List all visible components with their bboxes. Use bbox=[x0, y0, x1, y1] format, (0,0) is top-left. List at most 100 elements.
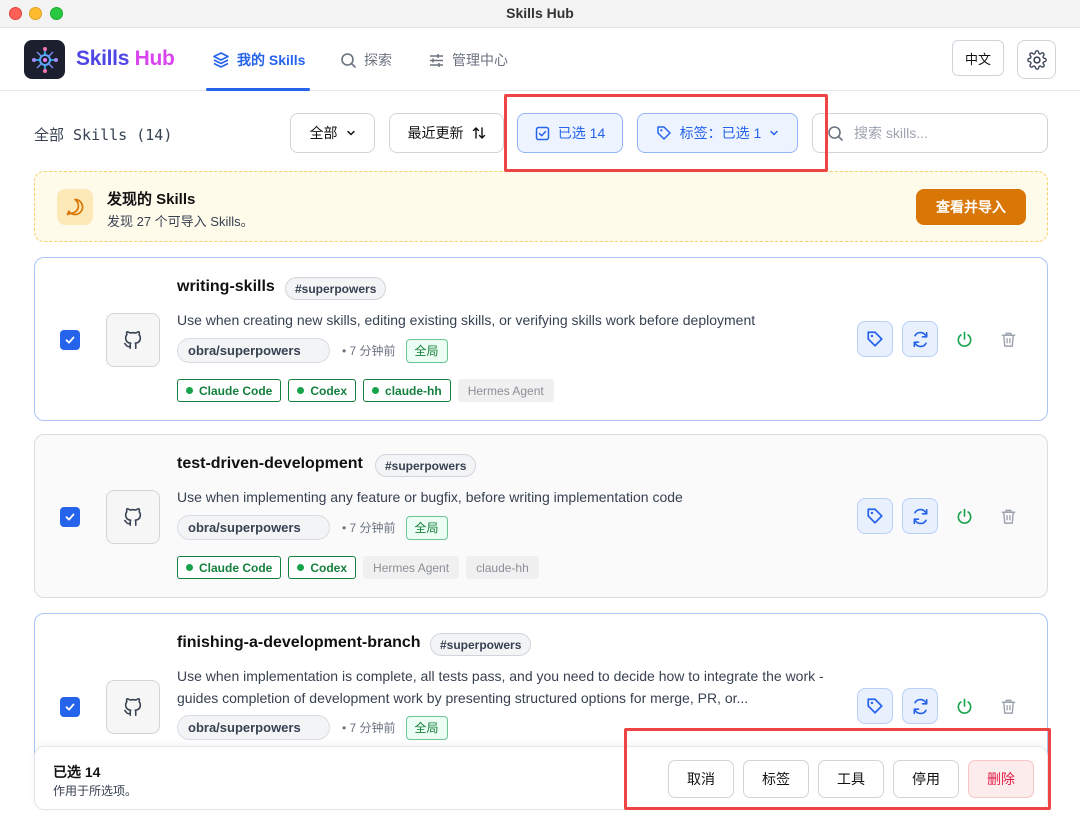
skill-updated-time: • 7 分钟前 bbox=[342, 521, 396, 535]
nav-tab-admin[interactable]: 管理中心 bbox=[428, 50, 508, 70]
skill-group-tag[interactable]: #superpowers bbox=[285, 277, 387, 300]
edit-tags-button[interactable] bbox=[857, 688, 893, 724]
refresh-icon bbox=[913, 508, 927, 524]
delete-skill-button[interactable] bbox=[990, 498, 1026, 534]
edit-tags-button[interactable] bbox=[857, 498, 893, 534]
skill-repo[interactable]: obra/superpowers bbox=[177, 515, 330, 540]
status-dot-icon bbox=[297, 564, 305, 571]
banner-subtitle: 发现 27 个可导入 Skills。 bbox=[107, 214, 254, 229]
tool-badge-enabled[interactable]: claude-hh bbox=[363, 379, 451, 402]
checkmark-icon bbox=[65, 513, 75, 521]
chat-bubble-icon bbox=[66, 198, 84, 216]
view-and-import-button[interactable]: 查看并导入 bbox=[916, 189, 1026, 225]
search-input[interactable] bbox=[854, 125, 1024, 141]
nav-tab-explore-label: 探索 bbox=[364, 52, 392, 68]
tool-badge-enabled[interactable]: Claude Code bbox=[177, 556, 282, 579]
nav-tab-admin-label: 管理中心 bbox=[452, 52, 508, 68]
trash-icon bbox=[1001, 509, 1015, 524]
skill-name[interactable]: finishing-a-development-branch bbox=[177, 634, 421, 652]
nav-tab-my-skills-label: 我的 Skills bbox=[237, 52, 306, 68]
skill-repo[interactable]: obra/superpowers bbox=[177, 338, 330, 363]
sort-dropdown[interactable]: 最近更新 bbox=[389, 113, 504, 153]
skill-source-avatar bbox=[106, 490, 160, 544]
skill-group-tag[interactable]: #superpowers bbox=[375, 454, 477, 477]
layers-icon bbox=[213, 52, 229, 68]
app-header: Skills Hub 我的 Skills 探索 管理中心 中文 bbox=[0, 28, 1080, 91]
sliders-icon bbox=[430, 53, 443, 67]
chevron-down-icon bbox=[346, 130, 355, 136]
tag-icon bbox=[867, 698, 883, 714]
bulk-cancel-button[interactable]: 取消 bbox=[668, 760, 734, 798]
delete-skill-button[interactable] bbox=[990, 688, 1026, 724]
tag-icon bbox=[867, 508, 883, 524]
toggle-power-button[interactable] bbox=[946, 688, 982, 724]
tool-badge-enabled[interactable]: Codex bbox=[288, 379, 357, 402]
brand-word-skills: Skills bbox=[76, 47, 130, 70]
gear-icon bbox=[1026, 49, 1047, 70]
bulk-disable-button[interactable]: 停用 bbox=[893, 760, 959, 798]
bulk-tag-button[interactable]: 标签 bbox=[743, 760, 809, 798]
tag-icon bbox=[867, 331, 883, 347]
skill-updated-time: • 7 分钟前 bbox=[342, 721, 396, 735]
bulk-action-bar: 已选 14 作用于所选项。 取消 标签 工具 停用 删除 bbox=[34, 746, 1048, 810]
sort-arrows-icon bbox=[472, 127, 485, 139]
bulk-subtitle: 作用于所选项。 bbox=[53, 784, 138, 798]
filter-dropdown-label: 全部 bbox=[309, 125, 338, 141]
skill-updated-time: • 7 分钟前 bbox=[342, 344, 396, 358]
checkbox-icon bbox=[535, 126, 550, 140]
app-brand: Skills Hub bbox=[76, 47, 175, 71]
filter-dropdown[interactable]: 全部 bbox=[290, 113, 375, 153]
skill-meta-row: obra/superpowers • 7 分钟前 全局 bbox=[177, 715, 448, 740]
skill-description: Use when implementation is complete, all… bbox=[177, 668, 824, 706]
power-icon bbox=[957, 331, 971, 347]
tool-badge-enabled[interactable]: Codex bbox=[288, 556, 357, 579]
skill-card[interactable]: test-driven-development #superpowers Use… bbox=[34, 434, 1048, 598]
sync-button[interactable] bbox=[902, 688, 938, 724]
skill-checkbox[interactable] bbox=[60, 697, 80, 717]
bulk-delete-button[interactable]: 删除 bbox=[968, 760, 1034, 798]
banner-icon-box bbox=[57, 189, 93, 225]
skill-group-tag[interactable]: #superpowers bbox=[430, 633, 532, 656]
selected-count-button[interactable]: 已选 14 bbox=[517, 113, 623, 153]
skill-description: Use when creating new skills, editing ex… bbox=[177, 312, 756, 328]
chevron-down-icon bbox=[770, 130, 779, 136]
trash-icon bbox=[1001, 332, 1015, 347]
skill-name[interactable]: writing-skills bbox=[177, 278, 275, 296]
tool-badge-disabled[interactable]: Hermes Agent bbox=[363, 556, 460, 579]
skill-checkbox[interactable] bbox=[60, 330, 80, 350]
checkmark-icon bbox=[65, 703, 75, 711]
tool-badge-disabled[interactable]: Hermes Agent bbox=[457, 379, 554, 402]
nav-tab-my-skills[interactable]: 我的 Skills bbox=[212, 50, 305, 70]
skill-card[interactable]: writing-skills #superpowers Use when cre… bbox=[34, 257, 1048, 421]
search-field[interactable] bbox=[812, 113, 1048, 153]
sync-button[interactable] bbox=[902, 498, 938, 534]
skill-name[interactable]: test-driven-development bbox=[177, 455, 363, 473]
settings-button[interactable] bbox=[1017, 40, 1056, 79]
skill-meta-row: obra/superpowers • 7 分钟前 全局 bbox=[177, 338, 448, 363]
github-icon bbox=[123, 698, 142, 717]
window-title: Skills Hub bbox=[506, 5, 574, 21]
skill-checkbox[interactable] bbox=[60, 507, 80, 527]
tool-badge-enabled[interactable]: Claude Code bbox=[177, 379, 282, 402]
status-dot-icon bbox=[372, 387, 380, 394]
status-dot-icon bbox=[186, 564, 193, 571]
search-icon bbox=[828, 125, 843, 141]
language-button[interactable]: 中文 bbox=[952, 40, 1004, 76]
tag-filter-dropdown[interactable]: 标签：已选 1 bbox=[637, 113, 798, 153]
app-logo bbox=[24, 40, 65, 79]
skill-description: Use when implementing any feature or bug… bbox=[177, 489, 683, 505]
nav-tab-explore[interactable]: 探索 bbox=[340, 50, 392, 70]
skill-repo[interactable]: obra/superpowers bbox=[177, 715, 330, 740]
toggle-power-button[interactable] bbox=[946, 498, 982, 534]
skill-tools-row: Claude Code Codex Hermes Agent claude-hh bbox=[177, 556, 539, 579]
tool-badge-disabled[interactable]: claude-hh bbox=[466, 556, 539, 579]
skill-scope-badge: 全局 bbox=[405, 338, 448, 363]
skill-source-avatar bbox=[106, 680, 160, 734]
sync-button[interactable] bbox=[902, 321, 938, 357]
toggle-power-button[interactable] bbox=[946, 321, 982, 357]
status-dot-icon bbox=[186, 387, 193, 394]
bulk-tools-button[interactable]: 工具 bbox=[818, 760, 884, 798]
edit-tags-button[interactable] bbox=[857, 321, 893, 357]
status-dot-icon bbox=[297, 387, 305, 394]
delete-skill-button[interactable] bbox=[990, 321, 1026, 357]
